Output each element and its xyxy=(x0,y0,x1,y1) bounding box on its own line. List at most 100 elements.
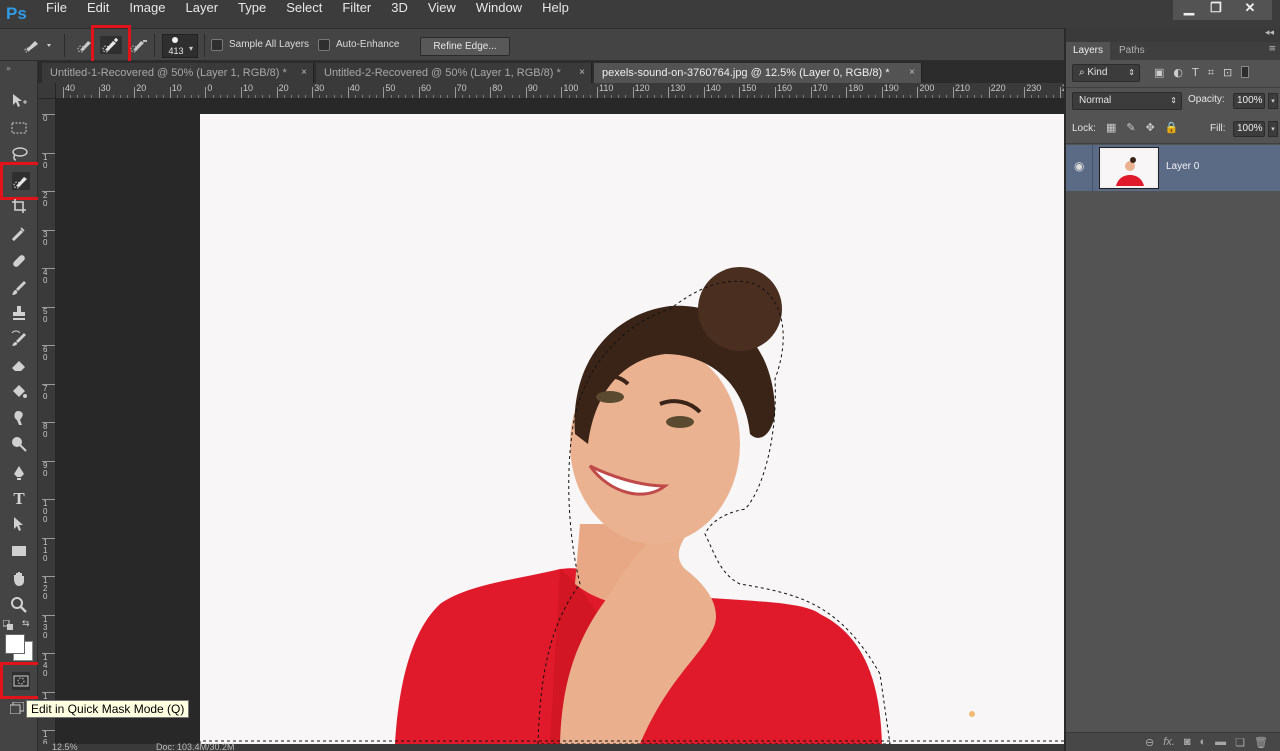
menu-edit[interactable]: Edit xyxy=(77,0,119,28)
swap-colors-icon[interactable]: ⇆ xyxy=(22,619,30,629)
zoom-level[interactable]: 12.5% xyxy=(52,742,78,751)
foreground-color-swatch[interactable] xyxy=(5,634,25,654)
tab-close-icon[interactable]: × xyxy=(909,63,915,83)
trash-icon[interactable]: 🗑 xyxy=(1254,736,1268,749)
filter-kind-select[interactable]: ⌕ Kind ⇕ xyxy=(1072,64,1140,82)
opacity-dropdown[interactable]: ▾ xyxy=(1268,93,1278,109)
blend-mode-select[interactable]: Normal ⇕ xyxy=(1072,92,1182,110)
auto-enhance-label: Auto-Enhance xyxy=(336,39,400,50)
tab-paths[interactable]: Paths xyxy=(1112,42,1152,60)
auto-enhance-checkbox[interactable] xyxy=(318,39,330,51)
lock-pixels-icon[interactable]: ✎ xyxy=(1126,121,1135,135)
adjustment-icon[interactable]: ◐ xyxy=(1200,736,1207,748)
refine-edge-button[interactable]: Refine Edge... xyxy=(420,37,510,56)
ruler-tick xyxy=(1024,87,1026,98)
menu-help[interactable]: Help xyxy=(532,0,579,28)
brush-size-picker[interactable]: 413 ▾ xyxy=(162,34,198,58)
tab-title: Untitled-1-Recovered @ 50% (Layer 1, RGB… xyxy=(50,67,287,79)
menu-type[interactable]: Type xyxy=(228,0,276,28)
menu-layer[interactable]: Layer xyxy=(176,0,229,28)
tab-untitled-1[interactable]: Untitled-1-Recovered @ 50% (Layer 1, RGB… xyxy=(42,63,314,83)
ruler-label: 160 xyxy=(777,83,793,93)
layer-name[interactable]: Layer 0 xyxy=(1166,161,1199,172)
blur-tool[interactable] xyxy=(6,406,32,430)
clone-stamp-tool[interactable] xyxy=(6,301,32,325)
filter-toggle-icon[interactable] xyxy=(1241,66,1250,78)
paint-bucket-tool[interactable] xyxy=(6,379,32,403)
fx-icon[interactable]: fx. xyxy=(1163,736,1175,748)
lock-position-icon[interactable]: ✥ xyxy=(1146,121,1155,135)
type-filter-icon[interactable]: T xyxy=(1192,66,1199,82)
crop-tool[interactable] xyxy=(6,194,32,218)
fill-input[interactable]: 100% xyxy=(1233,121,1265,137)
default-colors-icon[interactable] xyxy=(2,619,15,630)
menu-select[interactable]: Select xyxy=(276,0,332,28)
eraser-tool[interactable] xyxy=(6,353,32,377)
quick-mask-button[interactable] xyxy=(0,662,41,699)
menu-image[interactable]: Image xyxy=(119,0,175,28)
tab-layers[interactable]: Layers xyxy=(1066,42,1111,60)
link-icon[interactable]: ⊖ xyxy=(1145,736,1154,749)
horizontal-ruler[interactable]: 40 30 20 10 0 10 20 30 40 50 60 70 80 90 100 110 120 130 1… xyxy=(56,83,1064,99)
lock-transparent-icon[interactable]: ▦ xyxy=(1106,121,1116,135)
collapse-icon[interactable]: » xyxy=(6,64,11,73)
layers-panel: ◂◂ Layers Paths ≡ ⌕ Kind ⇕ ▣ ◐ T ⌗ ⊡ Nor… xyxy=(1064,28,1280,751)
brush-tool[interactable] xyxy=(6,276,32,300)
image-filter-icon[interactable]: ▣ xyxy=(1154,66,1164,82)
tool-preset-picker[interactable] xyxy=(20,34,56,56)
opacity-input[interactable]: 100% xyxy=(1233,93,1265,109)
marquee-tool[interactable] xyxy=(6,116,32,140)
eye-icon[interactable]: ◉ xyxy=(1074,159,1084,173)
tab-untitled-2[interactable]: Untitled-2-Recovered @ 50% (Layer 1, RGB… xyxy=(316,63,592,83)
tab-close-icon[interactable]: × xyxy=(579,63,585,83)
ruler-label: 170 xyxy=(812,83,828,93)
document-image[interactable] xyxy=(200,114,1064,744)
ruler-label: 150 xyxy=(741,83,757,93)
ruler-tick xyxy=(881,87,883,98)
zoom-tool[interactable] xyxy=(6,593,32,617)
ruler-origin[interactable] xyxy=(38,83,56,99)
adjustment-filter-icon[interactable]: ◐ xyxy=(1173,66,1183,82)
pen-tool[interactable] xyxy=(6,461,32,485)
mask-icon[interactable]: ◙ xyxy=(1184,736,1191,748)
panel-menu-icon[interactable]: ≡ xyxy=(1268,44,1276,54)
close-button[interactable]: ✕ xyxy=(1228,0,1272,20)
menu-view[interactable]: View xyxy=(418,0,466,28)
tab-pexels-image[interactable]: pexels-sound-on-3760764.jpg @ 12.5% (Lay… xyxy=(594,63,922,83)
chevron-updown-icon: ⇕ xyxy=(1170,96,1177,105)
history-brush-tool[interactable] xyxy=(6,327,32,351)
quick-mask-icon xyxy=(11,671,30,690)
move-tool[interactable] xyxy=(6,89,32,113)
hand-tool[interactable] xyxy=(6,567,32,591)
ruler-label: 0 xyxy=(207,83,213,93)
path-selection-tool[interactable] xyxy=(6,512,32,536)
screen-mode-icon[interactable] xyxy=(9,701,25,715)
type-icon: T xyxy=(13,489,25,508)
subtract-from-selection-button[interactable] xyxy=(126,34,152,56)
menu-window[interactable]: Window xyxy=(466,0,532,28)
collapse-panel-icon[interactable]: ◂◂ xyxy=(1265,28,1274,38)
smart-object-filter-icon[interactable]: ⊡ xyxy=(1223,66,1232,82)
canvas-area[interactable] xyxy=(56,99,1064,744)
dodge-tool[interactable] xyxy=(6,432,32,456)
type-tool[interactable]: T xyxy=(6,487,32,511)
sample-all-layers-checkbox[interactable] xyxy=(211,39,223,51)
separator xyxy=(204,34,205,57)
fill-dropdown[interactable]: ▾ xyxy=(1268,121,1278,137)
healing-brush-tool[interactable] xyxy=(6,249,32,273)
menu-file[interactable]: File xyxy=(36,0,77,28)
new-layer-icon[interactable]: ❏ xyxy=(1235,736,1245,749)
rectangle-tool[interactable] xyxy=(6,539,32,563)
doc-size[interactable]: Doc: 103.4M/30.2M xyxy=(156,742,235,751)
vertical-ruler[interactable]: 0 1 0 2 0 3 0 4 0 5 0 6 0 7 0 8 0 9 0 1 0 0 1 1 0 1 … xyxy=(38,99,56,744)
ruler-tick xyxy=(668,87,670,98)
lock-all-icon[interactable]: 🔒 xyxy=(1165,121,1179,135)
menu-3d[interactable]: 3D xyxy=(381,0,418,28)
layer-row[interactable]: ◉ Layer 0 xyxy=(1066,145,1280,191)
add-to-selection-button[interactable] xyxy=(91,25,131,65)
menu-filter[interactable]: Filter xyxy=(332,0,381,28)
shape-filter-icon[interactable]: ⌗ xyxy=(1208,66,1214,82)
folder-icon[interactable]: ▬ xyxy=(1215,736,1226,748)
tab-close-icon[interactable]: × xyxy=(301,63,307,83)
eyedropper-tool[interactable] xyxy=(6,221,32,245)
